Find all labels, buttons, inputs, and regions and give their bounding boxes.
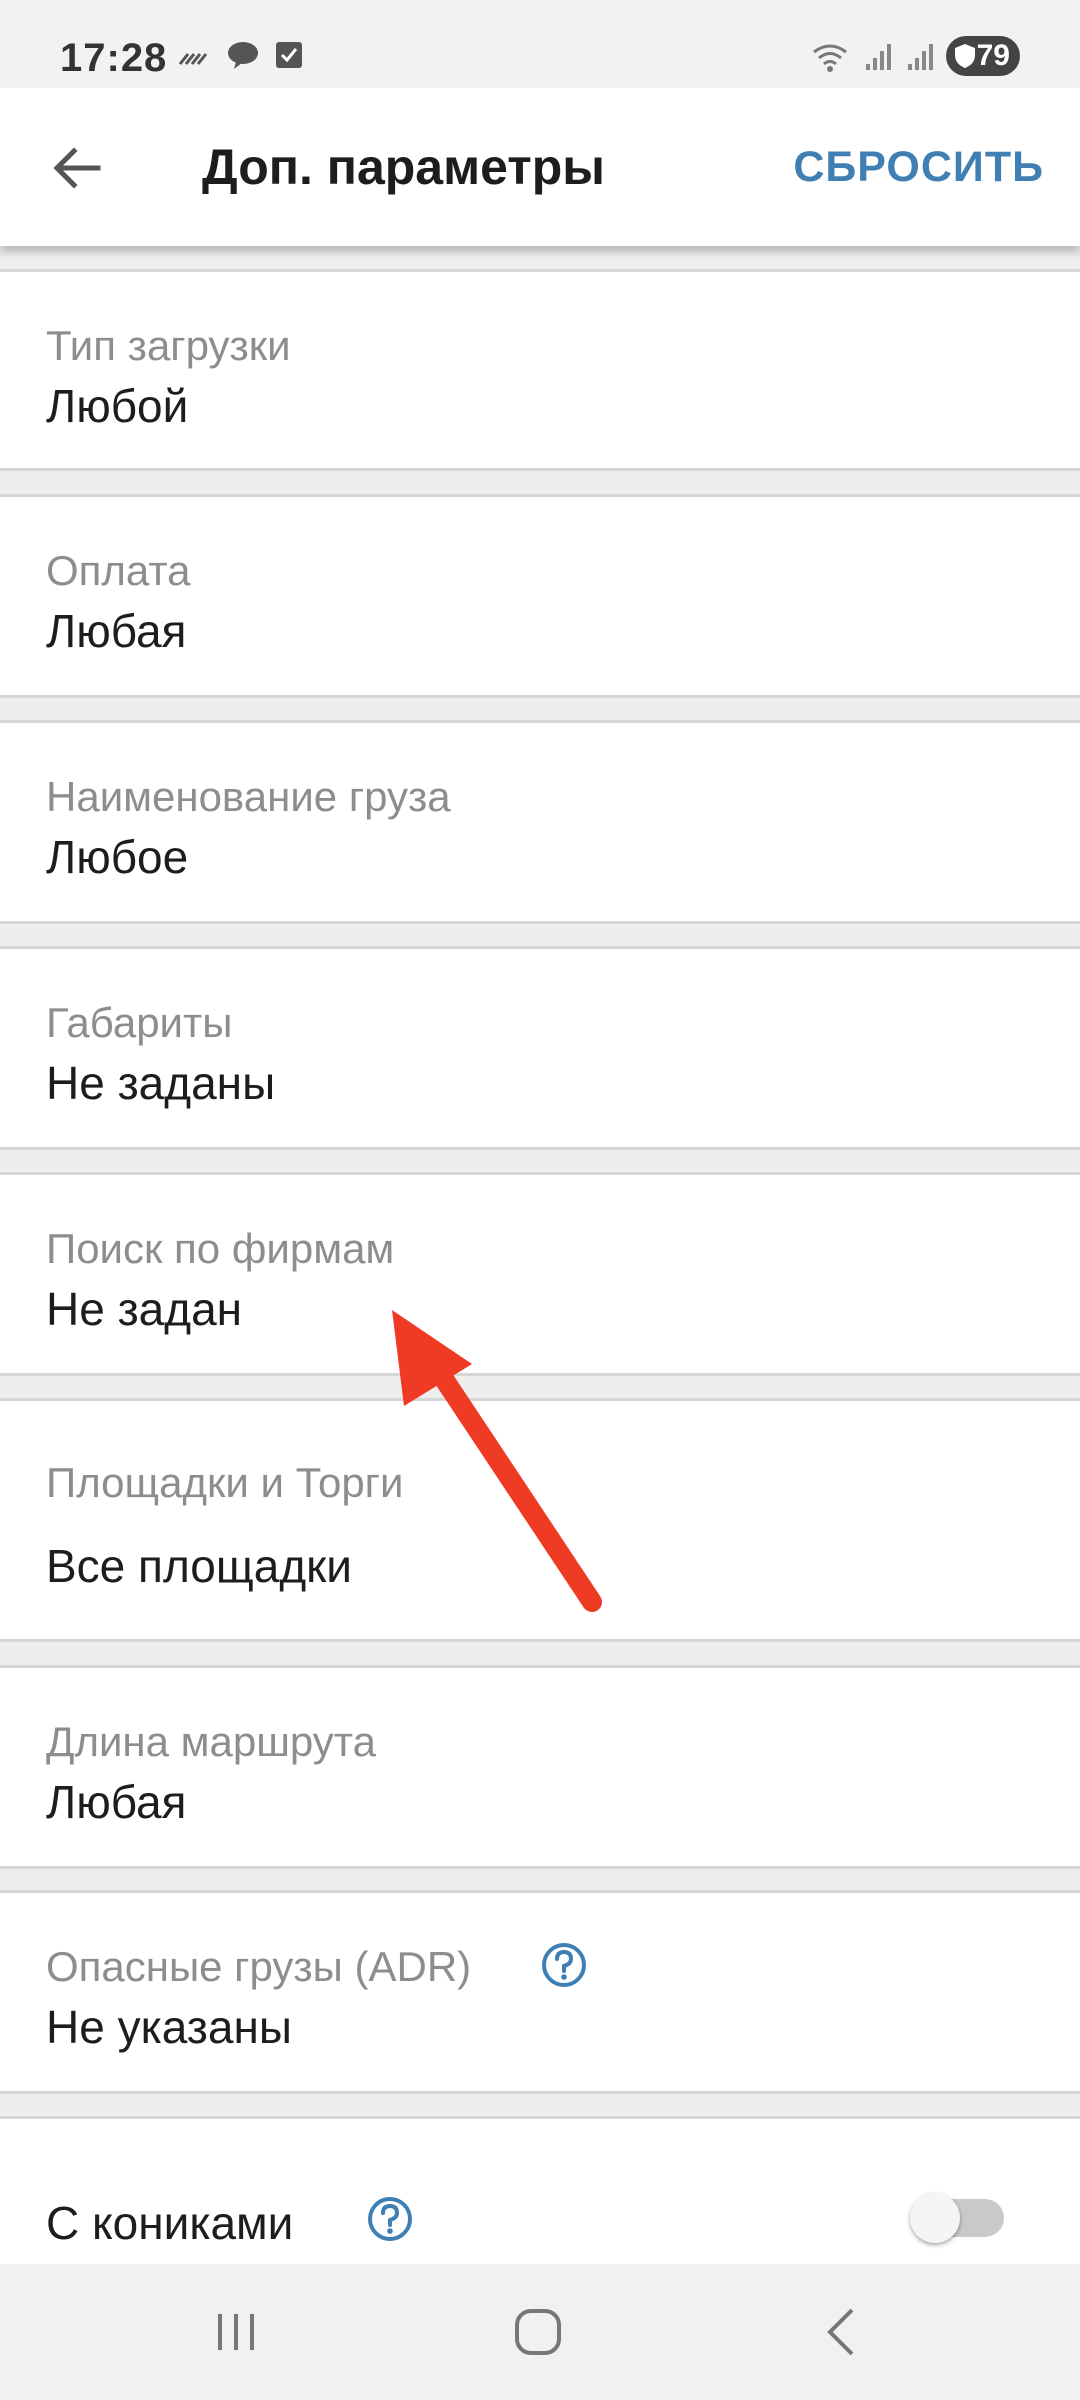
- setting-row-platforms[interactable]: Площадки и Торги Все площадки: [0, 1398, 1080, 1642]
- home-icon[interactable]: [508, 2302, 568, 2362]
- setting-label: Опасные грузы (ADR): [46, 1943, 472, 1990]
- reset-button[interactable]: СБРОСИТЬ: [793, 143, 1044, 192]
- toggle-knob: [910, 2193, 960, 2243]
- setting-row-payment[interactable]: Оплата Любая: [0, 494, 1080, 698]
- back-arrow-icon[interactable]: [48, 138, 108, 198]
- setting-label: Наименование груза: [46, 773, 451, 820]
- page-title: Доп. параметры: [202, 139, 605, 195]
- setting-label: Тип загрузки: [46, 322, 291, 369]
- setting-row-dangerous-goods[interactable]: Опасные грузы (ADR) Не указаны: [0, 1890, 1080, 2094]
- setting-label: Длина маршрута: [46, 1718, 376, 1765]
- back-icon[interactable]: [812, 2302, 872, 2362]
- signal-icon: [866, 44, 891, 70]
- setting-label: С кониками: [46, 2197, 294, 2249]
- signal-icon: [908, 44, 933, 70]
- signal-slash-icon: [178, 53, 208, 65]
- setting-row-route-length[interactable]: Длина маршрута Любая: [0, 1665, 1080, 1869]
- help-icon[interactable]: [366, 2195, 414, 2243]
- setting-label: Габариты: [46, 999, 233, 1046]
- setting-row-dimensions[interactable]: Габариты Не заданы: [0, 946, 1080, 1150]
- setting-value: Любая: [46, 1776, 187, 1828]
- setting-row-load-type[interactable]: Тип загрузки Любой: [0, 269, 1080, 471]
- help-icon[interactable]: [540, 1941, 588, 1989]
- battery-level: 79: [976, 39, 1010, 72]
- checkbox-icon: [276, 42, 302, 68]
- recent-apps-icon[interactable]: [206, 2302, 266, 2362]
- setting-row-company-search[interactable]: Поиск по фирмам Не задан: [0, 1172, 1080, 1376]
- setting-row-cargo-name[interactable]: Наименование груза Любое: [0, 720, 1080, 924]
- chat-icon: [228, 42, 258, 69]
- setting-value: Не задан: [46, 1283, 243, 1335]
- koniki-toggle[interactable]: [910, 2193, 1004, 2243]
- setting-value: Любой: [46, 380, 189, 432]
- status-time: 17:28: [60, 36, 168, 80]
- wifi-icon: [813, 44, 847, 72]
- setting-label: Оплата: [46, 547, 191, 594]
- system-nav-bar: [0, 2264, 1080, 2400]
- setting-label: Поиск по фирмам: [46, 1225, 395, 1272]
- setting-value: Любая: [46, 605, 187, 657]
- setting-label: Площадки и Торги: [46, 1459, 404, 1506]
- setting-value: Не указаны: [46, 2001, 292, 2053]
- shield-icon: [955, 44, 975, 68]
- battery-indicator: 79: [946, 36, 1020, 76]
- app-bar: Доп. параметры СБРОСИТЬ: [0, 88, 1080, 246]
- setting-value: Не заданы: [46, 1057, 276, 1109]
- status-bar: 17:28 79: [0, 0, 1080, 88]
- setting-value: Любое: [46, 831, 189, 883]
- setting-value: Все площадки: [46, 1540, 352, 1592]
